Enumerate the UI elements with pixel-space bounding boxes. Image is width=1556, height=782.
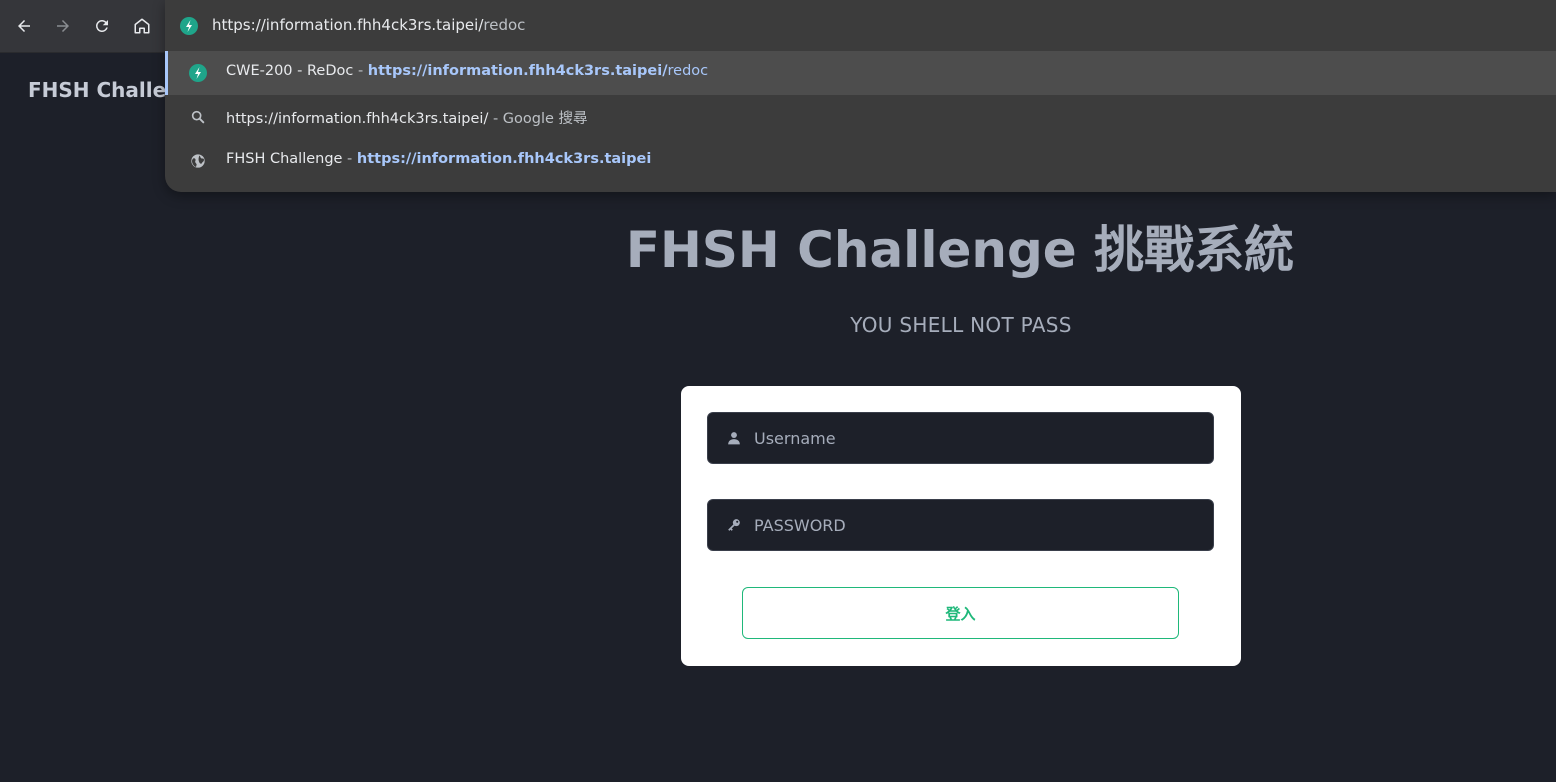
suggestion-suffix: Google 搜尋 xyxy=(502,111,588,127)
suggestion-title: CWE-200 - ReDoc xyxy=(226,63,354,79)
redoc-favicon-icon xyxy=(189,64,207,82)
home-icon xyxy=(134,18,150,34)
suggestion-text: https://information.fhh4ck3rs.taipei/ - … xyxy=(226,107,588,128)
user-icon xyxy=(728,432,740,445)
page-title: FHSH Challenge 挑戰系統 xyxy=(625,221,1295,279)
site-brand[interactable]: FHSH Challen xyxy=(28,78,180,102)
login-button[interactable]: 登入 xyxy=(742,587,1179,639)
back-button[interactable] xyxy=(8,10,40,42)
omnibox-dropdown: https://information.fhh4ck3rs.taipei/red… xyxy=(165,0,1556,192)
login-card: 登入 xyxy=(681,386,1241,666)
suggestion-text: FHSH Challenge - https://information.fhh… xyxy=(226,151,651,167)
reload-icon xyxy=(95,19,108,32)
home-button[interactable] xyxy=(126,10,158,42)
arrow-right-icon xyxy=(57,20,69,32)
key-icon xyxy=(728,519,740,531)
omnibox-suggestion[interactable]: FHSH Challenge - https://information.fhh… xyxy=(165,139,1556,183)
omnibox-suggestion[interactable]: https://information.fhh4ck3rs.taipei/ - … xyxy=(165,95,1556,139)
url-path: redoc xyxy=(483,16,526,34)
forward-button[interactable] xyxy=(47,10,79,42)
suggestion-text: CWE-200 - ReDoc - https://information.fh… xyxy=(226,63,708,79)
reload-button[interactable] xyxy=(86,10,118,42)
suggestion-title: https://information.fhh4ck3rs.taipei/ xyxy=(226,111,489,127)
password-field[interactable] xyxy=(707,499,1214,551)
redoc-favicon-icon xyxy=(180,17,198,39)
suggestion-title: FHSH Challenge xyxy=(226,151,343,167)
suggestion-separator: - xyxy=(342,151,357,167)
arrow-left-icon xyxy=(18,20,30,32)
suggestion-url: https://information.fhh4ck3rs.taipei/ xyxy=(367,63,668,79)
url-main: https://information.fhh4ck3rs.taipei/ xyxy=(212,16,484,34)
suggestion-separator: - xyxy=(353,63,368,79)
suggestion-url-rest: redoc xyxy=(667,63,709,79)
page-subtitle: YOU SHELL NOT PASS xyxy=(850,313,1072,337)
suggestion-separator: - xyxy=(488,111,503,127)
search-icon xyxy=(189,108,207,126)
address-bar-url[interactable]: https://information.fhh4ck3rs.taipei/red… xyxy=(212,16,525,34)
username-field[interactable] xyxy=(707,412,1214,464)
username-input[interactable] xyxy=(752,413,1202,463)
omnibox-suggestion[interactable]: CWE-200 - ReDoc - https://information.fh… xyxy=(165,51,1556,95)
address-bar[interactable]: https://information.fhh4ck3rs.taipei/red… xyxy=(165,0,1556,52)
password-input[interactable] xyxy=(752,500,1202,550)
globe-icon xyxy=(189,152,207,170)
suggestion-url: https://information.fhh4ck3rs.taipei xyxy=(356,151,652,167)
